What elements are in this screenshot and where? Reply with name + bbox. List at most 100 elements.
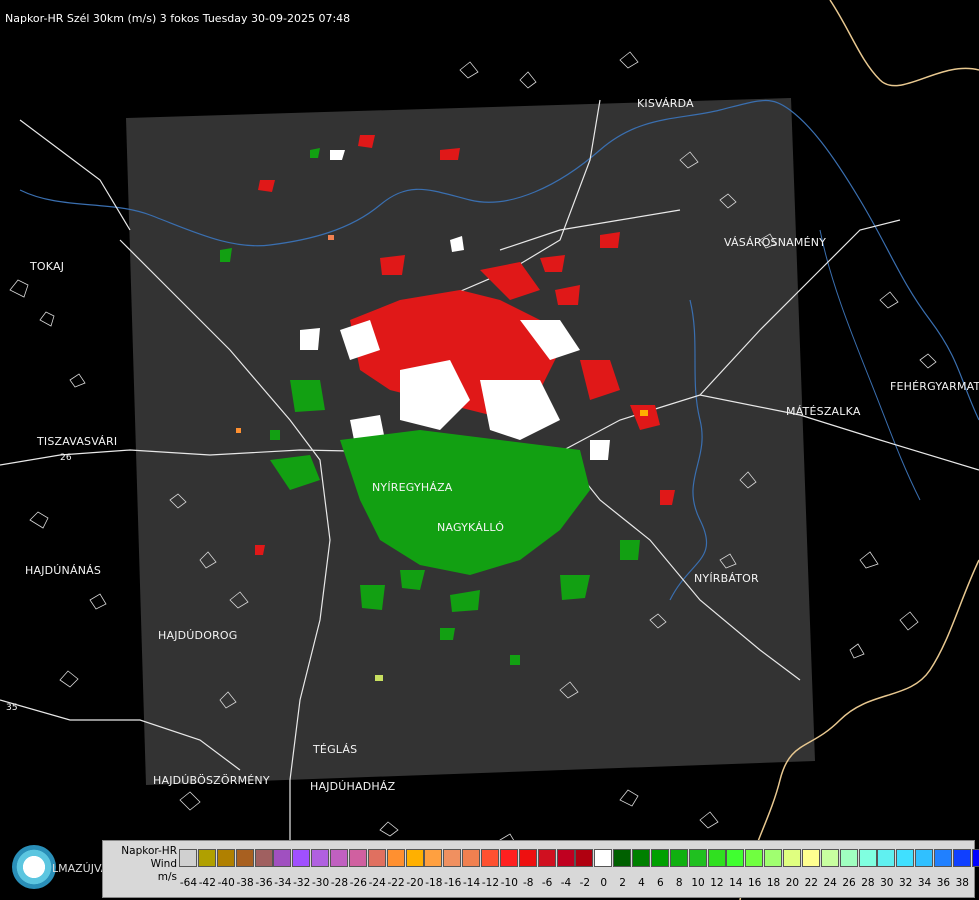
legend-tick: 30 <box>880 877 894 889</box>
city-label: HAJDÚDOROG <box>158 629 238 642</box>
legend-tick: 36 <box>936 877 951 889</box>
legend-swatch <box>688 849 707 867</box>
legend-swatch <box>481 849 499 867</box>
legend-swatch <box>669 849 688 867</box>
legend-tick: -26 <box>349 877 367 889</box>
legend-tick: -28 <box>330 877 349 889</box>
legend-swatch <box>952 849 971 867</box>
radar-echo <box>328 235 334 240</box>
legend-tick: -30 <box>311 877 330 889</box>
legend-tick: -18 <box>425 877 443 889</box>
legend-tick: 14 <box>729 877 743 889</box>
legend-tick: 38 <box>955 877 969 889</box>
legend-tick: -8 <box>522 877 534 889</box>
city-label: TISZAVASVÁRI <box>37 435 118 448</box>
legend-swatch <box>348 849 367 867</box>
legend-tick: 0 <box>600 877 608 889</box>
legend-swatch <box>424 849 443 867</box>
legend-swatch <box>745 849 764 867</box>
legend-swatch <box>311 849 330 867</box>
city-label: MÁTÉSZALKA <box>786 405 861 418</box>
legend-swatch <box>518 849 537 867</box>
map-title: Napkor-HR Szél 30km (m/s) 3 fokos Tuesda… <box>5 12 351 25</box>
border <box>829 0 979 87</box>
legend-swatch <box>216 849 235 867</box>
legend-swatch <box>820 849 839 867</box>
city-label: FEHÉRGYARMAT <box>890 380 979 393</box>
legend-swatch <box>197 849 216 867</box>
river <box>819 229 921 501</box>
legend-swatch <box>575 849 594 867</box>
legend-swatch <box>764 849 783 867</box>
logo-icon <box>12 845 56 889</box>
legend-tick: -16 <box>444 877 462 889</box>
legend-swatch <box>386 849 405 867</box>
road-number: 26 <box>60 453 72 463</box>
legend-swatch <box>896 849 915 867</box>
legend-tick: 20 <box>785 877 800 889</box>
legend-swatch <box>443 849 462 867</box>
city-label: HAJDÚNÁNÁS <box>25 564 102 577</box>
legend-swatch <box>273 849 292 867</box>
legend-tick: -10 <box>500 877 518 889</box>
legend-title: Napkor-HR Wind m/s <box>105 845 177 884</box>
legend-tick: 2 <box>619 877 626 889</box>
legend-tick: -42 <box>198 877 216 889</box>
legend-swatch <box>537 849 556 867</box>
wind-legend: Napkor-HR Wind m/s -64 -42 -40 -38 -36 -34 -32… <box>102 840 979 898</box>
city-label: NYÍREGYHÁZA <box>372 481 453 494</box>
legend-swatch <box>934 849 952 867</box>
legend-variable: Wind <box>150 858 177 870</box>
legend-swatch <box>330 849 348 867</box>
legend-tick: 28 <box>861 877 875 889</box>
legend-source: Napkor-HR <box>121 845 177 857</box>
legend-swatch <box>179 849 197 867</box>
legend-tick: 32 <box>899 877 913 889</box>
legend-tick: 12 <box>710 877 724 889</box>
legend-tick: 24 <box>823 877 837 889</box>
city-label: NAGYKÁLLÓ <box>437 521 505 534</box>
legend-swatch <box>405 849 424 867</box>
legend-tick: -4 <box>560 877 572 889</box>
legend-tick: -36 <box>255 877 273 889</box>
legend-tick: 8 <box>675 877 683 889</box>
legend-tick: -40 <box>217 877 235 889</box>
legend-tick: -22 <box>387 877 405 889</box>
legend-swatch <box>783 849 801 867</box>
legend-tick: -32 <box>293 877 311 889</box>
legend-tick: 22 <box>804 877 818 889</box>
legend-tick: -14 <box>462 877 481 889</box>
legend-tick: 10 <box>691 877 705 889</box>
legend-tick: -6 <box>541 877 553 889</box>
legend-ticks: -64 -42 -40 -38 -36 -34 -32 -30 -28 -26 -24 -22 -20-… <box>179 877 979 889</box>
legend-swatch <box>877 849 896 867</box>
city-label: HAJDÚBÖSZÖRMÉNY <box>153 774 270 787</box>
legend-swatch <box>367 849 386 867</box>
radar-echo <box>375 675 383 681</box>
city-label: TÉGLÁS <box>313 743 358 756</box>
legend-tick: -34 <box>274 877 292 889</box>
legend-tick: -2 <box>579 877 591 889</box>
radar-echo <box>236 428 241 433</box>
legend-tick: 40 <box>974 877 979 889</box>
legend-tick: 26 <box>842 877 856 889</box>
legend-tick: 18 <box>766 877 781 889</box>
legend-swatch <box>858 849 877 867</box>
legend-tick: 34 <box>917 877 932 889</box>
legend-swatch <box>726 849 745 867</box>
city-label: TOKAJ <box>30 260 65 273</box>
legend-swatch <box>613 849 632 867</box>
legend-swatch <box>292 849 311 867</box>
legend-swatch <box>594 849 613 867</box>
legend-swatch <box>915 849 934 867</box>
city-label: NYÍRBÁTOR <box>694 572 759 585</box>
legend-swatch <box>254 849 273 867</box>
legend-swatches <box>179 849 979 869</box>
legend-tick: -12 <box>481 877 500 889</box>
legend-swatch <box>839 849 858 867</box>
legend-swatch <box>971 849 979 867</box>
legend-tick: -64 <box>179 877 198 889</box>
radar-map <box>0 0 979 900</box>
legend-swatch <box>650 849 669 867</box>
legend-swatch <box>556 849 575 867</box>
